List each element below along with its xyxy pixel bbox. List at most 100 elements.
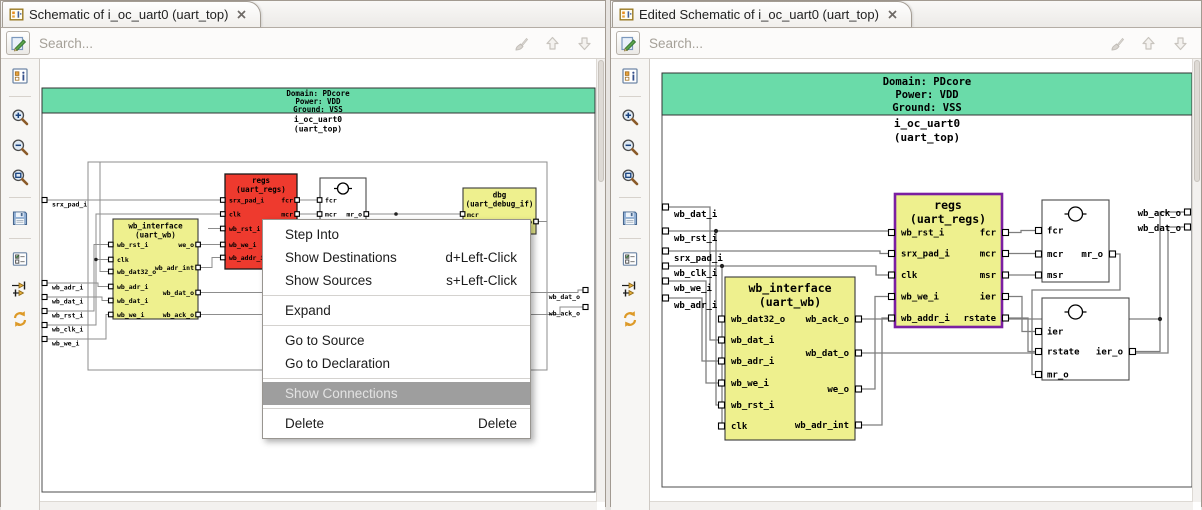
tab-edited-schematic[interactable]: Edited Schematic of i_oc_uart0 (uart_top… bbox=[612, 1, 912, 27]
find-previous-icon[interactable] bbox=[544, 35, 561, 52]
input-pin[interactable] bbox=[41, 335, 48, 343]
vertical-scrollbar[interactable] bbox=[1192, 59, 1201, 502]
port-pin[interactable] bbox=[717, 379, 726, 387]
input-pin[interactable] bbox=[41, 279, 48, 287]
tab-schematic[interactable]: Schematic of i_oc_uart0 (uart_top) bbox=[2, 1, 262, 27]
zoom-in-button[interactable] bbox=[617, 105, 643, 129]
save-button[interactable] bbox=[7, 206, 33, 230]
port-pin[interactable] bbox=[195, 311, 201, 318]
refresh-button[interactable] bbox=[7, 307, 33, 331]
port-pin[interactable] bbox=[717, 422, 726, 430]
port-pin[interactable] bbox=[107, 241, 114, 248]
input-pin[interactable] bbox=[41, 321, 48, 329]
port-pin[interactable] bbox=[195, 241, 201, 248]
find-next-icon[interactable] bbox=[1172, 35, 1189, 52]
input-pin[interactable] bbox=[41, 196, 48, 204]
block-wb-interface[interactable]: wb_interface (uart_wb) wb_dat32_o wb_dat… bbox=[717, 276, 863, 441]
port-pin[interactable] bbox=[854, 349, 863, 357]
port-pin[interactable] bbox=[195, 264, 201, 271]
input-pin[interactable] bbox=[661, 227, 670, 235]
port-pin[interactable] bbox=[316, 211, 323, 217]
port-pin[interactable] bbox=[219, 254, 226, 261]
filter-options-button[interactable] bbox=[7, 247, 33, 271]
port-pin[interactable] bbox=[1001, 271, 1010, 279]
port-pin[interactable] bbox=[316, 197, 323, 203]
zoom-in-button[interactable] bbox=[7, 105, 33, 129]
search-options-button[interactable] bbox=[616, 31, 640, 55]
menu-item-go-to-declaration[interactable]: Go to Declaration bbox=[263, 352, 530, 375]
port-pin[interactable] bbox=[1034, 226, 1043, 235]
port-pin[interactable] bbox=[1128, 347, 1137, 356]
port-pin[interactable] bbox=[887, 228, 896, 237]
search-options-button[interactable] bbox=[6, 31, 30, 55]
port-pin[interactable] bbox=[107, 256, 114, 263]
zoom-fit-button[interactable] bbox=[7, 165, 33, 189]
menu-item-delete[interactable]: Delete Delete bbox=[263, 412, 530, 435]
port-pin[interactable] bbox=[717, 401, 726, 409]
menu-item-show-connections[interactable]: Show Connections bbox=[263, 382, 530, 405]
block-process-2[interactable]: ier rstate mr_o ier_o bbox=[1034, 297, 1137, 381]
horizontal-scrollbar[interactable] bbox=[650, 501, 1193, 510]
trace-connections-button[interactable] bbox=[7, 277, 33, 301]
port-pin[interactable] bbox=[1034, 250, 1043, 258]
port-pin[interactable] bbox=[854, 421, 863, 429]
zoom-out-button[interactable] bbox=[617, 135, 643, 159]
port-pin[interactable] bbox=[854, 315, 863, 323]
scrollbar-thumb[interactable] bbox=[598, 60, 604, 182]
output-pin[interactable] bbox=[582, 303, 589, 311]
input-pin[interactable] bbox=[661, 294, 670, 302]
port-pin[interactable] bbox=[1001, 228, 1010, 237]
component-info-button[interactable] bbox=[7, 64, 33, 88]
port-pin[interactable] bbox=[887, 292, 896, 301]
close-tab-icon[interactable] bbox=[888, 10, 897, 19]
block-process[interactable]: fcr mcr mr_o bbox=[316, 177, 370, 223]
port-pin[interactable] bbox=[717, 336, 726, 344]
port-pin[interactable] bbox=[1108, 250, 1117, 258]
save-button[interactable] bbox=[617, 206, 643, 230]
trace-connections-button[interactable] bbox=[617, 277, 643, 301]
block-regs-selected[interactable]: regs (uart_regs) wb_rst_i srx_pad_i clk … bbox=[887, 192, 1010, 329]
menu-item-go-to-source[interactable]: Go to Source bbox=[263, 329, 530, 352]
input-pin[interactable] bbox=[661, 262, 670, 270]
vertical-scrollbar[interactable] bbox=[596, 59, 605, 502]
input-pin[interactable] bbox=[661, 277, 670, 285]
input-pin[interactable] bbox=[661, 203, 670, 211]
menu-item-show-destinations[interactable]: Show Destinations d+Left-Click bbox=[263, 246, 530, 269]
port-pin[interactable] bbox=[1034, 370, 1043, 379]
output-pin[interactable] bbox=[582, 286, 589, 294]
port-pin[interactable] bbox=[459, 211, 466, 217]
menu-item-expand[interactable]: Expand bbox=[263, 299, 530, 322]
port-pin[interactable] bbox=[294, 197, 300, 203]
port-pin[interactable] bbox=[717, 315, 726, 323]
refresh-button[interactable] bbox=[617, 307, 643, 331]
port-pin[interactable] bbox=[219, 225, 226, 232]
clear-highlight-icon[interactable] bbox=[512, 35, 529, 52]
port-pin[interactable] bbox=[219, 241, 226, 248]
port-pin[interactable] bbox=[887, 249, 896, 258]
block-wb-interface[interactable]: wb_interface (uart_wb) wb_rst_i clk wb_d… bbox=[107, 218, 201, 320]
port-pin[interactable] bbox=[107, 297, 114, 304]
port-pin[interactable] bbox=[1001, 249, 1010, 258]
port-pin[interactable] bbox=[533, 218, 539, 225]
close-tab-icon[interactable] bbox=[237, 10, 246, 19]
port-pin[interactable] bbox=[195, 289, 201, 296]
search-input[interactable] bbox=[30, 35, 506, 51]
find-next-icon[interactable] bbox=[576, 35, 593, 52]
port-pin[interactable] bbox=[107, 311, 114, 318]
port-pin[interactable] bbox=[1034, 347, 1043, 356]
output-pin[interactable] bbox=[1183, 208, 1192, 216]
port-pin[interactable] bbox=[363, 211, 370, 217]
port-pin[interactable] bbox=[887, 271, 896, 279]
port-pin[interactable] bbox=[887, 314, 896, 322]
port-pin[interactable] bbox=[1034, 327, 1043, 336]
menu-item-step-into[interactable]: Step Into bbox=[263, 223, 530, 246]
right-schematic-canvas[interactable]: Domain: PDcore Power: VDD Ground: VSS i_… bbox=[650, 59, 1201, 510]
find-previous-icon[interactable] bbox=[1140, 35, 1157, 52]
menu-item-show-sources[interactable]: Show Sources s+Left-Click bbox=[263, 269, 530, 292]
port-pin[interactable] bbox=[1001, 314, 1010, 322]
port-pin[interactable] bbox=[854, 385, 863, 393]
port-pin[interactable] bbox=[219, 211, 226, 217]
port-pin[interactable] bbox=[107, 283, 114, 290]
scrollbar-thumb[interactable] bbox=[1194, 60, 1200, 182]
zoom-out-button[interactable] bbox=[7, 135, 33, 159]
